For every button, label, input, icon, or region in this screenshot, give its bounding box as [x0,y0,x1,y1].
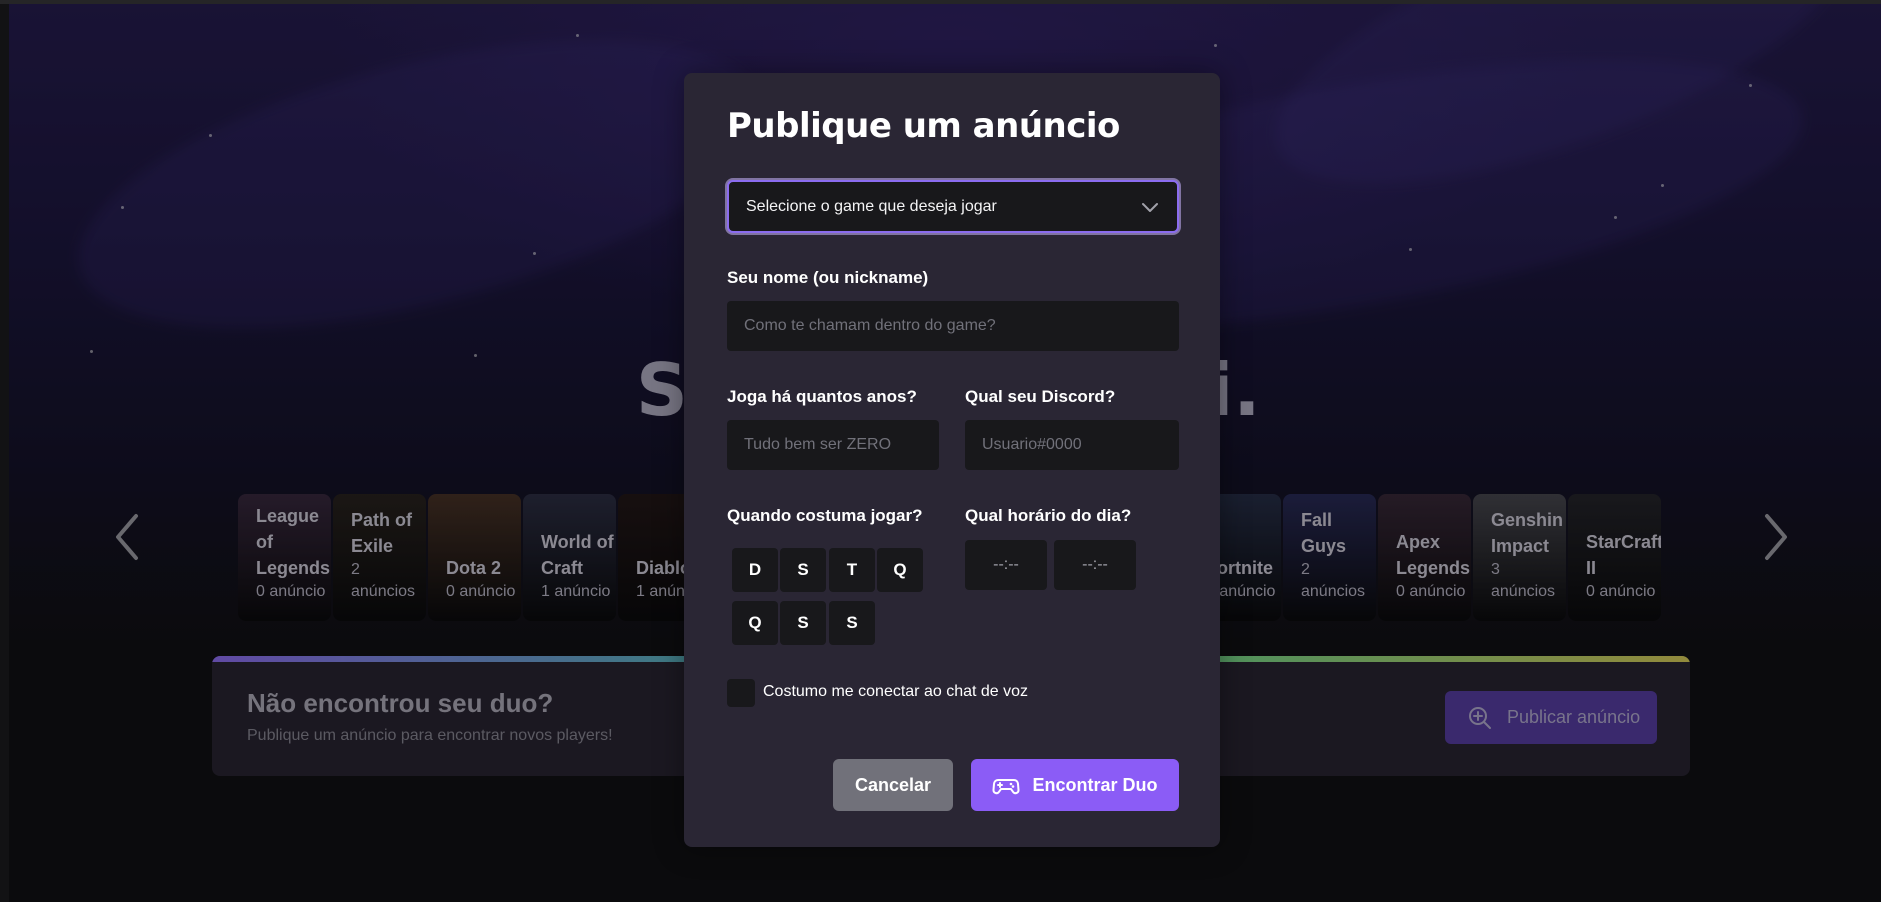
day-toggle-wednesday[interactable]: Q [877,548,923,592]
discord-input[interactable]: Usuario#0000 [965,420,1179,470]
game-controller-icon [992,779,1020,795]
day-toggle-friday[interactable]: S [780,601,826,645]
hour-end-input[interactable]: --:-- [1054,540,1136,590]
day-toggle-tuesday[interactable]: T [829,548,875,592]
day-toggle-thursday[interactable]: Q [732,601,778,645]
day-toggle-saturday[interactable]: S [829,601,875,645]
discord-label: Qual seu Discord? [965,387,1116,406]
voice-chat-label: Costumo me conectar ao chat de voz [763,683,1029,700]
publish-ad-modal: Publique um anúncio Selecione o game que… [684,73,1220,847]
cancel-button[interactable]: Cancelar [833,759,953,811]
name-label: Seu nome (ou nickname) [727,268,929,287]
years-input[interactable]: Tudo bem ser ZERO [727,420,939,470]
modal-title: Publique um anúncio [727,106,1120,146]
day-toggle-monday[interactable]: S [780,548,826,592]
find-duo-label: Encontrar Duo [1032,774,1158,795]
name-input[interactable]: Como te chamam dentro do game? [727,301,1179,351]
game-select-value: Selecione o game que deseja jogar [746,197,997,215]
day-toggle-sunday[interactable]: D [732,548,778,592]
chevron-down-icon [1142,202,1158,212]
game-select[interactable]: Selecione o game que deseja jogar [727,180,1179,233]
hour-start-input[interactable]: --:-- [965,540,1047,590]
hours-label: Qual horário do dia? [965,506,1132,525]
find-duo-button[interactable]: Encontrar Duo [971,759,1179,811]
days-label: Quando costuma jogar? [727,506,923,525]
years-label: Joga há quantos anos? [727,387,917,406]
voice-chat-checkbox[interactable] [727,679,755,707]
